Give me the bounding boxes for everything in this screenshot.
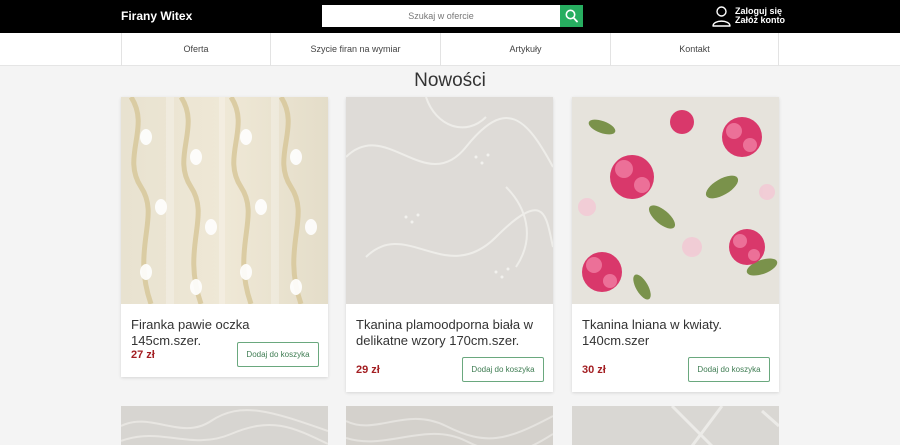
user-icon [712, 6, 731, 27]
product-image[interactable] [572, 406, 779, 445]
site-logo[interactable]: Firany Witex [121, 9, 192, 23]
product-image[interactable] [121, 406, 328, 445]
top-bar: Firany Witex Zaloguj się Załóż konto [0, 0, 900, 33]
product-card-cropped[interactable] [346, 406, 553, 445]
product-price: 30 zł [582, 364, 606, 376]
add-to-cart-button[interactable]: Dodaj do koszyka [688, 357, 770, 382]
add-to-cart-button[interactable]: Dodaj do koszyka [237, 342, 319, 367]
search-icon [565, 9, 578, 23]
product-image[interactable] [121, 97, 328, 304]
nav-item-szycie[interactable]: Szycie firan na wymiar [270, 33, 440, 66]
nav-item-oferta[interactable]: Oferta [121, 33, 270, 66]
product-image[interactable] [346, 406, 553, 445]
product-price: 27 zł [131, 349, 155, 361]
add-to-cart-button[interactable]: Dodaj do koszyka [462, 357, 544, 382]
product-card-cropped[interactable] [121, 406, 328, 445]
main-nav: Oferta Szycie firan na wymiar Artykuły K… [0, 33, 900, 66]
nav-item-kontakt[interactable]: Kontakt [610, 33, 779, 66]
product-card: Firanka pawie oczka 145cm.szer. 27 zł Do… [121, 97, 328, 377]
product-price: 29 zł [356, 364, 380, 376]
register-label[interactable]: Załóż konto [735, 16, 785, 25]
product-card: Tkanina lniana w kwiaty. 140cm.szer 30 z… [572, 97, 779, 392]
account-text: Zaloguj się Załóż konto [735, 7, 785, 25]
product-card-cropped[interactable] [572, 406, 779, 445]
product-image[interactable] [346, 97, 553, 304]
product-title[interactable]: Tkanina plamoodporna biała w delikatne w… [356, 317, 546, 349]
nav-item-artykuly[interactable]: Artykuły [440, 33, 610, 66]
section-title: Nowości [414, 70, 486, 91]
product-image[interactable] [572, 97, 779, 304]
product-card: Tkanina plamoodporna biała w delikatne w… [346, 97, 553, 392]
product-title[interactable]: Tkanina lniana w kwiaty. 140cm.szer [582, 317, 772, 349]
search-button[interactable] [560, 5, 583, 27]
search-input[interactable] [322, 5, 560, 27]
